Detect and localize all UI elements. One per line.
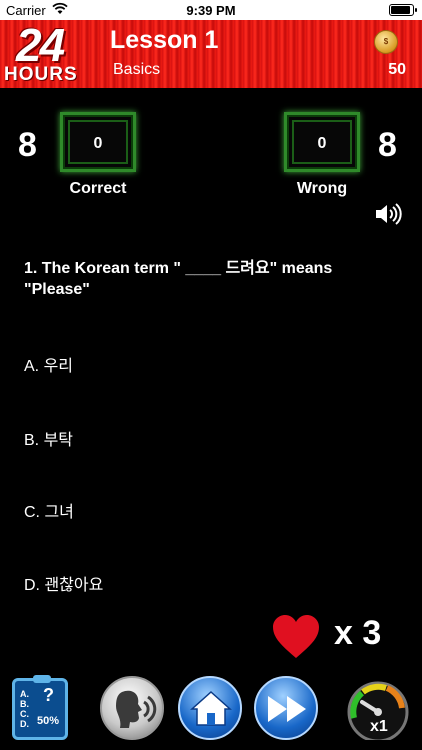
correct-score-value: 0: [93, 135, 103, 152]
lesson-header: 24 HOURS Lesson 1 Basics $ 50: [0, 19, 422, 88]
lesson-title: Lesson 1: [110, 26, 219, 54]
wrong-score-box: 0: [284, 112, 360, 172]
quiz-clipboard-icon[interactable]: A. B. C. D. ? 50%: [12, 675, 68, 740]
home-button[interactable]: [178, 676, 242, 740]
answer-option-c[interactable]: C. 그녀: [24, 498, 74, 522]
coin-icon: $: [374, 30, 398, 54]
quiz-letters: A. B. C. D.: [20, 689, 29, 729]
fast-forward-icon: [268, 696, 306, 722]
answer-option-d[interactable]: D. 괜찮아요: [24, 571, 103, 595]
quiz-percent: 50%: [37, 715, 60, 727]
speak-button[interactable]: [100, 676, 164, 740]
quiz-question-mark: ?: [43, 685, 54, 705]
status-bar: Carrier 9:39 PM: [0, 0, 422, 20]
correct-label: Correct: [69, 180, 127, 197]
status-time: 9:39 PM: [186, 3, 236, 18]
speaker-icon[interactable]: [374, 202, 404, 226]
answer-option-a[interactable]: A. 우리: [24, 352, 73, 376]
correct-total: 8: [18, 126, 37, 164]
answer-option-b[interactable]: B. 부탁: [24, 426, 73, 450]
wrong-total: 8: [378, 126, 397, 164]
heart-icon: [272, 614, 320, 660]
logo-word: HOURS: [4, 64, 78, 85]
correct-score-box: 0: [60, 112, 136, 172]
lesson-subtitle: Basics: [113, 61, 161, 78]
app-logo: 24 HOURS: [2, 19, 96, 86]
speed-label: x1: [370, 718, 388, 735]
battery-icon: [389, 4, 417, 16]
speak-face-icon: [116, 690, 157, 728]
lives-count: x 3: [334, 614, 382, 652]
coin-count: 50: [388, 61, 406, 78]
wrong-label: Wrong: [296, 180, 348, 197]
question-text: 1. The Korean term " ____ 드려요" means "Pl…: [24, 260, 333, 298]
fast-forward-button[interactable]: [254, 676, 318, 740]
home-icon: [190, 690, 232, 726]
wrong-score-value: 0: [317, 135, 327, 152]
